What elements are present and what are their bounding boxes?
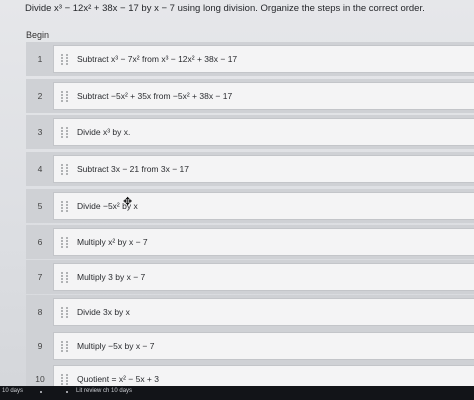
step-text: Multiply −5x by x − 7	[77, 341, 155, 351]
begin-label: Begin	[26, 30, 50, 40]
step-card[interactable]: Multiply −5x by x − 7	[53, 332, 474, 360]
question-prompt: Divide x³ − 12x² + 38x − 17 by x − 7 usi…	[25, 3, 425, 14]
step-number: 7	[37, 272, 43, 282]
page: Divide x³ − 12x² + 38x − 17 by x − 7 usi…	[0, 0, 474, 400]
step-text: Multiply 3 by x − 7	[77, 272, 146, 282]
step-number: 1	[37, 54, 43, 64]
taskbar-dot-icon	[66, 391, 68, 393]
step-text: Divide x³ by x.	[77, 127, 131, 137]
step-card[interactable]: Subtract x³ − 7x² from x³ − 12x² + 38x −…	[53, 45, 474, 73]
move-cursor-icon: ✥	[123, 196, 133, 208]
step-row: 4 Subtract 3x − 21 from 3x − 17	[26, 152, 474, 186]
step-number: 3	[37, 127, 43, 137]
drag-handle-icon[interactable]	[61, 90, 69, 102]
taskbar-left-item[interactable]: 10 days	[2, 388, 23, 394]
step-text: Divide 3x by x	[77, 307, 130, 317]
step-text: Subtract x³ − 7x² from x³ − 12x² + 38x −…	[77, 54, 238, 64]
drag-handle-icon[interactable]	[61, 306, 69, 318]
step-card[interactable]: Divide x³ by x.	[53, 118, 474, 146]
drag-handle-icon[interactable]	[61, 271, 69, 283]
step-row: 7 Multiply 3 by x − 7	[26, 260, 474, 294]
drag-handle-icon[interactable]	[61, 236, 69, 248]
step-row: 6 Multiply x² by x − 7	[26, 225, 474, 259]
step-card[interactable]: Multiply x² by x − 7	[53, 228, 474, 256]
step-text: Subtract −5x² + 35x from −5x² + 38x − 17	[77, 91, 233, 101]
drag-handle-icon[interactable]	[61, 373, 69, 385]
step-card[interactable]: Multiply 3 by x − 7	[53, 263, 474, 291]
step-row: 1 Subtract x³ − 7x² from x³ − 12x² + 38x…	[26, 42, 474, 76]
step-number: 6	[37, 237, 43, 247]
step-card[interactable]: Subtract −5x² + 35x from −5x² + 38x − 17	[53, 82, 474, 110]
step-card[interactable]: Divide −5x² by x	[53, 192, 474, 220]
step-number: 9	[37, 341, 43, 351]
taskbar-dot-icon	[40, 391, 42, 393]
taskbar-mid-item[interactable]: Lit review ch 10 days	[76, 388, 132, 394]
step-row: 2 Subtract −5x² + 35x from −5x² + 38x − …	[26, 79, 474, 113]
step-number: 4	[37, 164, 43, 174]
drag-handle-icon[interactable]	[61, 126, 69, 138]
drag-handle-icon[interactable]	[61, 200, 69, 212]
step-row: 8 Divide 3x by x	[26, 295, 474, 329]
step-number: 8	[37, 307, 43, 317]
taskbar: 10 days Lit review ch 10 days	[0, 386, 474, 400]
step-text: Multiply x² by x − 7	[77, 237, 148, 247]
step-text: Subtract 3x − 21 from 3x − 17	[77, 164, 189, 174]
step-row: 3 Divide x³ by x.	[26, 115, 474, 149]
step-card[interactable]: Divide 3x by x	[53, 298, 474, 326]
step-number: 2	[37, 91, 43, 101]
step-card[interactable]: Subtract 3x − 21 from 3x − 17	[53, 155, 474, 183]
drag-handle-icon[interactable]	[61, 163, 69, 175]
step-number: 5	[37, 201, 43, 211]
step-row: 5 Divide −5x² by x	[26, 189, 474, 223]
step-row: 9 Multiply −5x by x − 7	[26, 329, 474, 363]
drag-handle-icon[interactable]	[61, 340, 69, 352]
step-text: Quotient = x² − 5x + 3	[77, 374, 159, 384]
drag-handle-icon[interactable]	[61, 53, 69, 65]
